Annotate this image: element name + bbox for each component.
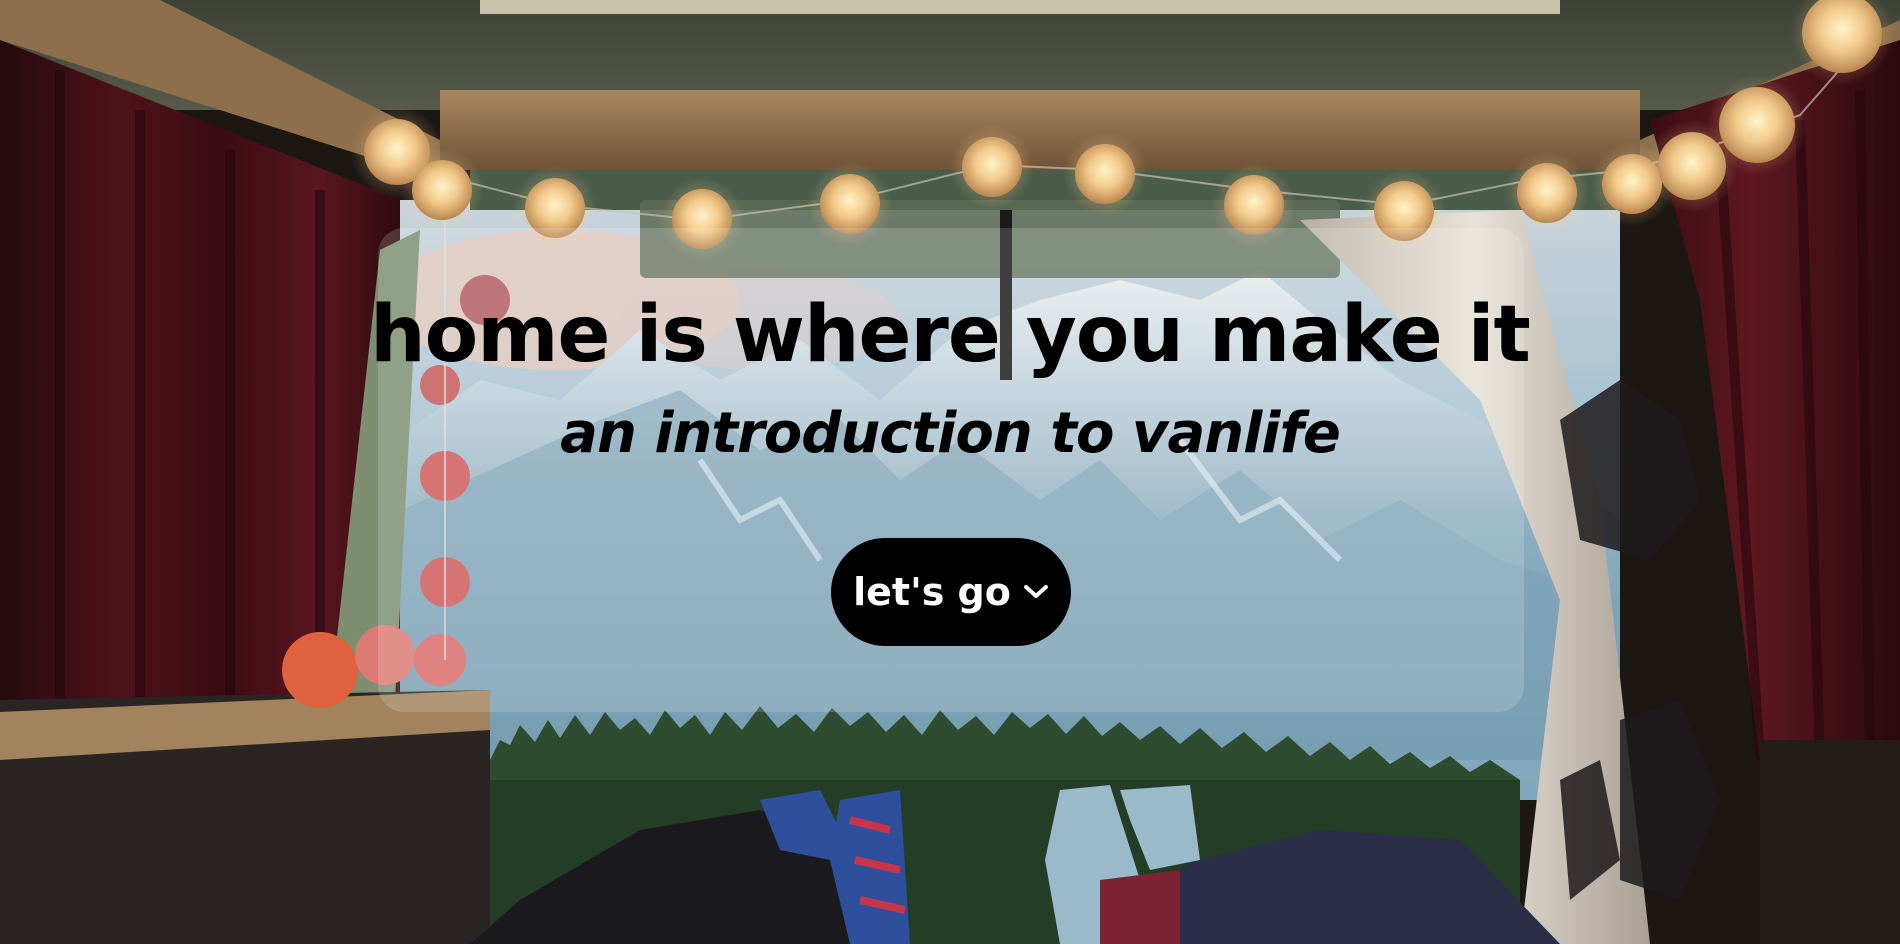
hero-headline: home is where you make it	[370, 290, 1531, 380]
lets-go-label: let's go	[853, 570, 1011, 614]
chevron-down-icon	[1023, 585, 1048, 598]
lets-go-button[interactable]: let's go	[831, 538, 1071, 646]
hero-subheadline: an introduction to vanlife	[560, 401, 1341, 466]
hero-section: home is where you make it an introductio…	[0, 0, 1900, 944]
